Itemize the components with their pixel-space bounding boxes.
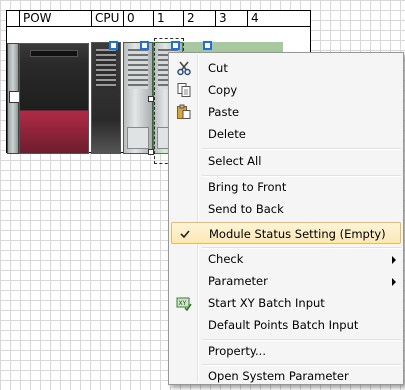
menu-item-label: Bring to Front — [208, 180, 287, 194]
power-module[interactable] — [19, 43, 89, 154]
menu-item-label: Select All — [208, 154, 262, 168]
submenu-arrow-icon — [392, 278, 396, 286]
slot-header-cpu: CPU — [91, 11, 123, 26]
menu-item-delete[interactable]: Delete — [171, 123, 401, 145]
resize-handle[interactable] — [148, 96, 154, 102]
menu-item-label: Delete — [208, 127, 246, 141]
menu-item-label: Cut — [208, 61, 228, 75]
menu-item-label: Start XY Batch Input — [208, 296, 325, 310]
xy-batch-icon: XY — [176, 295, 192, 312]
slot-handle-2[interactable] — [203, 41, 212, 50]
menu-item-label: Property... — [208, 344, 266, 358]
menu-item-label: Parameter — [208, 274, 268, 288]
checkmark-icon — [177, 226, 193, 242]
slot-handle-0[interactable] — [140, 41, 149, 50]
menu-item-default-points-batch-input[interactable]: Default Points Batch Input — [171, 314, 401, 336]
menu-item-label: Open System Parameter — [208, 369, 349, 383]
slot-header-pow: POW — [19, 11, 91, 26]
menu-item-label: Check — [208, 252, 244, 266]
slot-handle-1[interactable] — [171, 41, 180, 50]
menu-item-label: Copy — [208, 83, 238, 97]
submenu-arrow-icon — [392, 256, 396, 264]
svg-text:XY: XY — [179, 300, 187, 307]
menu-item-label: Module Status Setting (Empty) — [209, 227, 386, 241]
menu-item-check[interactable]: Check — [171, 248, 401, 270]
menu-item-label: Default Points Batch Input — [208, 318, 359, 332]
menu-item-copy[interactable]: Copy — [171, 79, 401, 101]
menu-item-module-status-setting[interactable]: Module Status Setting (Empty) — [171, 222, 401, 244]
menu-item-property[interactable]: Property... — [171, 340, 401, 362]
slot-header-0: 0 — [123, 11, 153, 26]
menu-item-cut[interactable]: Cut — [171, 57, 401, 79]
header-divider — [7, 26, 310, 27]
slot-header-3: 3 — [215, 11, 247, 26]
scissors-icon — [176, 60, 192, 76]
menu-item-select-all[interactable]: Select All — [171, 150, 401, 172]
menu-item-bring-to-front[interactable]: Bring to Front — [171, 176, 401, 198]
resize-handle[interactable] — [148, 149, 154, 155]
slot-handle-cpu[interactable] — [109, 41, 118, 50]
menu-item-label: Send to Back — [208, 202, 284, 216]
slot-header-4: 4 — [247, 11, 312, 26]
paste-icon — [176, 104, 192, 120]
menu-item-paste[interactable]: Paste — [171, 101, 401, 123]
menu-item-start-xy-batch-input[interactable]: XY Start XY Batch Input — [171, 292, 401, 314]
menu-item-open-system-parameter[interactable]: Open System Parameter — [171, 365, 401, 387]
slot-header-1: 1 — [153, 11, 183, 26]
slot-header-2: 2 — [183, 11, 215, 26]
menu-item-label: Paste — [208, 105, 240, 119]
menu-item-send-to-back[interactable]: Send to Back — [171, 198, 401, 220]
menu-item-parameter[interactable]: Parameter — [171, 270, 401, 292]
copy-icon — [176, 82, 192, 98]
cpu-module[interactable] — [91, 42, 121, 154]
context-menu: Cut Copy Paste Delete Select All Bring t… — [168, 52, 404, 385]
